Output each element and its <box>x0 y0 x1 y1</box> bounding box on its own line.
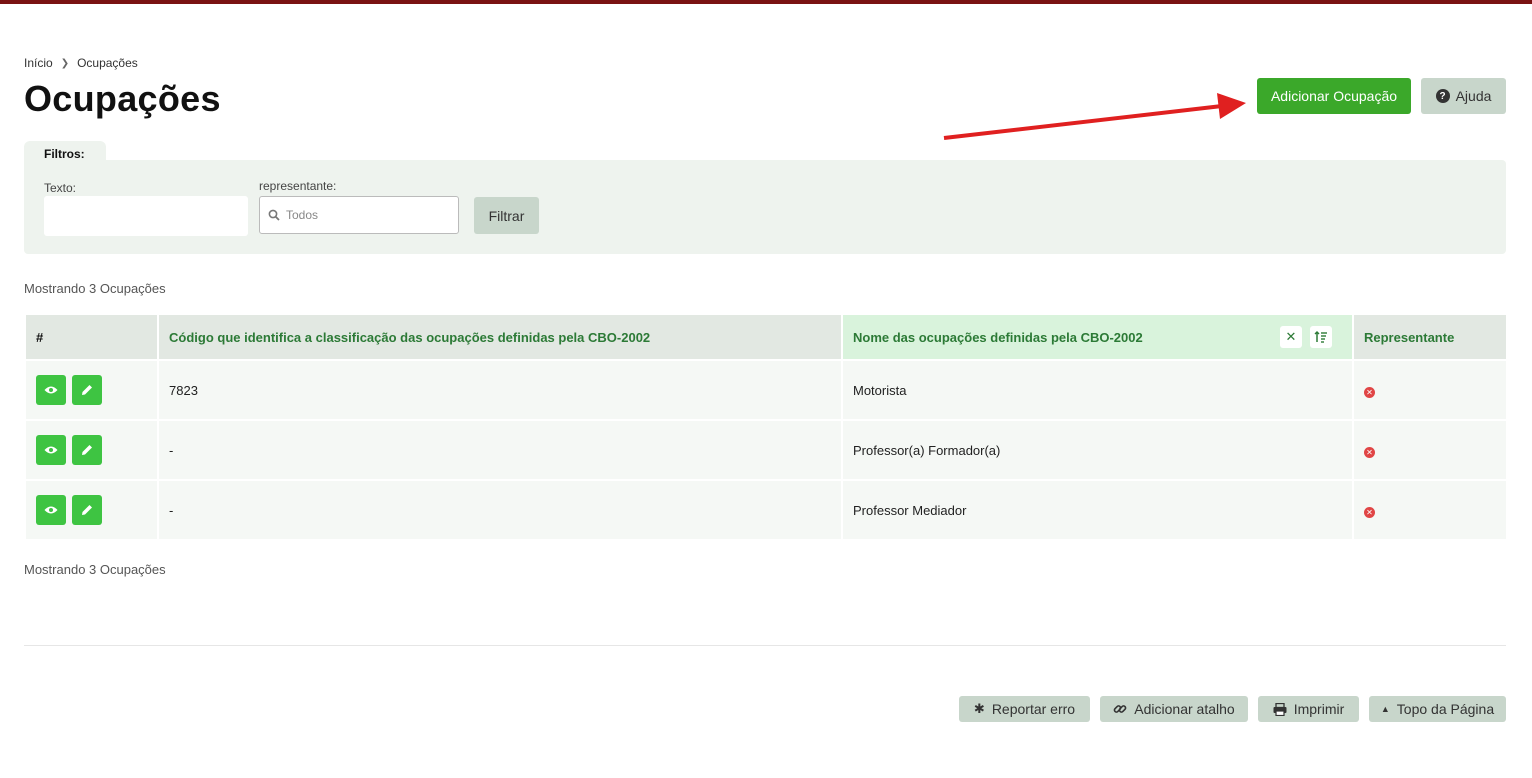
bug-icon: ✱ <box>973 701 985 716</box>
table-row: 7823 Motorista ✕ <box>26 361 1506 419</box>
eye-icon <box>44 446 58 454</box>
cell-code: - <box>159 421 841 479</box>
printer-icon <box>1273 702 1287 716</box>
row-actions <box>26 361 157 419</box>
pencil-icon <box>82 505 92 515</box>
filters-tab: Filtros: <box>24 141 106 161</box>
column-header-hash: # <box>26 315 157 359</box>
occupations-table: # Código que identifica a classificação … <box>24 313 1508 541</box>
cell-code: 7823 <box>159 361 841 419</box>
x-circle-icon: ✕ <box>1364 386 1375 398</box>
view-button[interactable] <box>36 495 66 525</box>
sort-ascending-icon[interactable] <box>1310 326 1332 348</box>
question-circle-icon: ? <box>1435 89 1450 103</box>
link-icon <box>1113 705 1127 713</box>
report-error-label: Reportar erro <box>991 701 1076 717</box>
caret-up-icon: ▲ <box>1380 704 1390 714</box>
back-to-top-label: Topo da Página <box>1396 701 1495 717</box>
sort-tools: ✕ <box>1280 326 1332 348</box>
add-shortcut-label: Adicionar atalho <box>1134 701 1235 717</box>
cell-name: Motorista <box>843 361 1352 419</box>
add-occupation-button[interactable]: Adicionar Ocupação <box>1257 78 1411 114</box>
help-label: Ajuda <box>1455 88 1492 104</box>
sort-lines-icon <box>1314 331 1327 343</box>
table-row: - Professor(a) Formador(a) ✕ <box>26 421 1506 479</box>
pencil-icon <box>82 385 92 395</box>
edit-button[interactable] <box>72 495 102 525</box>
add-shortcut-button[interactable]: Adicionar atalho <box>1100 696 1248 722</box>
eye-icon <box>44 386 58 394</box>
edit-button[interactable] <box>72 375 102 405</box>
representative-filter-label: representante: <box>259 179 337 193</box>
row-actions <box>26 421 157 479</box>
representative-select[interactable]: Todos <box>259 196 459 234</box>
cell-code: - <box>159 481 841 539</box>
report-error-button[interactable]: ✱ Reportar erro <box>959 696 1090 722</box>
print-button[interactable]: Imprimir <box>1258 696 1359 722</box>
row-actions <box>26 481 157 539</box>
cell-name: Professor Mediador <box>843 481 1352 539</box>
cell-name: Professor(a) Formador(a) <box>843 421 1352 479</box>
results-count-bottom: Mostrando 3 Ocupações <box>24 562 166 577</box>
filter-button[interactable]: Filtrar <box>474 197 539 234</box>
column-header-representative[interactable]: Representante <box>1354 315 1506 359</box>
cell-representative: ✕ <box>1354 421 1506 479</box>
search-icon <box>268 209 280 221</box>
column-header-name-label: Nome das ocupações definidas pela CBO-20… <box>853 329 1143 345</box>
text-filter-label: Texto: <box>44 181 77 195</box>
eye-icon <box>44 506 58 514</box>
x-circle-icon: ✕ <box>1364 446 1375 458</box>
footer-divider <box>24 645 1506 646</box>
edit-button[interactable] <box>72 435 102 465</box>
print-label: Imprimir <box>1293 701 1345 717</box>
pencil-icon <box>82 445 92 455</box>
x-circle-icon: ✕ <box>1364 506 1375 518</box>
text-filter-input[interactable] <box>44 196 248 236</box>
back-to-top-button[interactable]: ▲ Topo da Página <box>1369 696 1506 722</box>
results-count-top: Mostrando 3 Ocupações <box>24 281 166 296</box>
column-header-code[interactable]: Código que identifica a classificação da… <box>159 315 841 359</box>
table-header-row: # Código que identifica a classificação … <box>26 315 1506 359</box>
representative-placeholder: Todos <box>286 208 319 222</box>
column-header-name[interactable]: Nome das ocupações definidas pela CBO-20… <box>843 315 1352 359</box>
view-button[interactable] <box>36 435 66 465</box>
cell-representative: ✕ <box>1354 361 1506 419</box>
cell-representative: ✕ <box>1354 481 1506 539</box>
table-row: - Professor Mediador ✕ <box>26 481 1506 539</box>
help-button[interactable]: ? Ajuda <box>1421 78 1506 114</box>
view-button[interactable] <box>36 375 66 405</box>
remove-sort-icon[interactable]: ✕ <box>1280 326 1302 348</box>
